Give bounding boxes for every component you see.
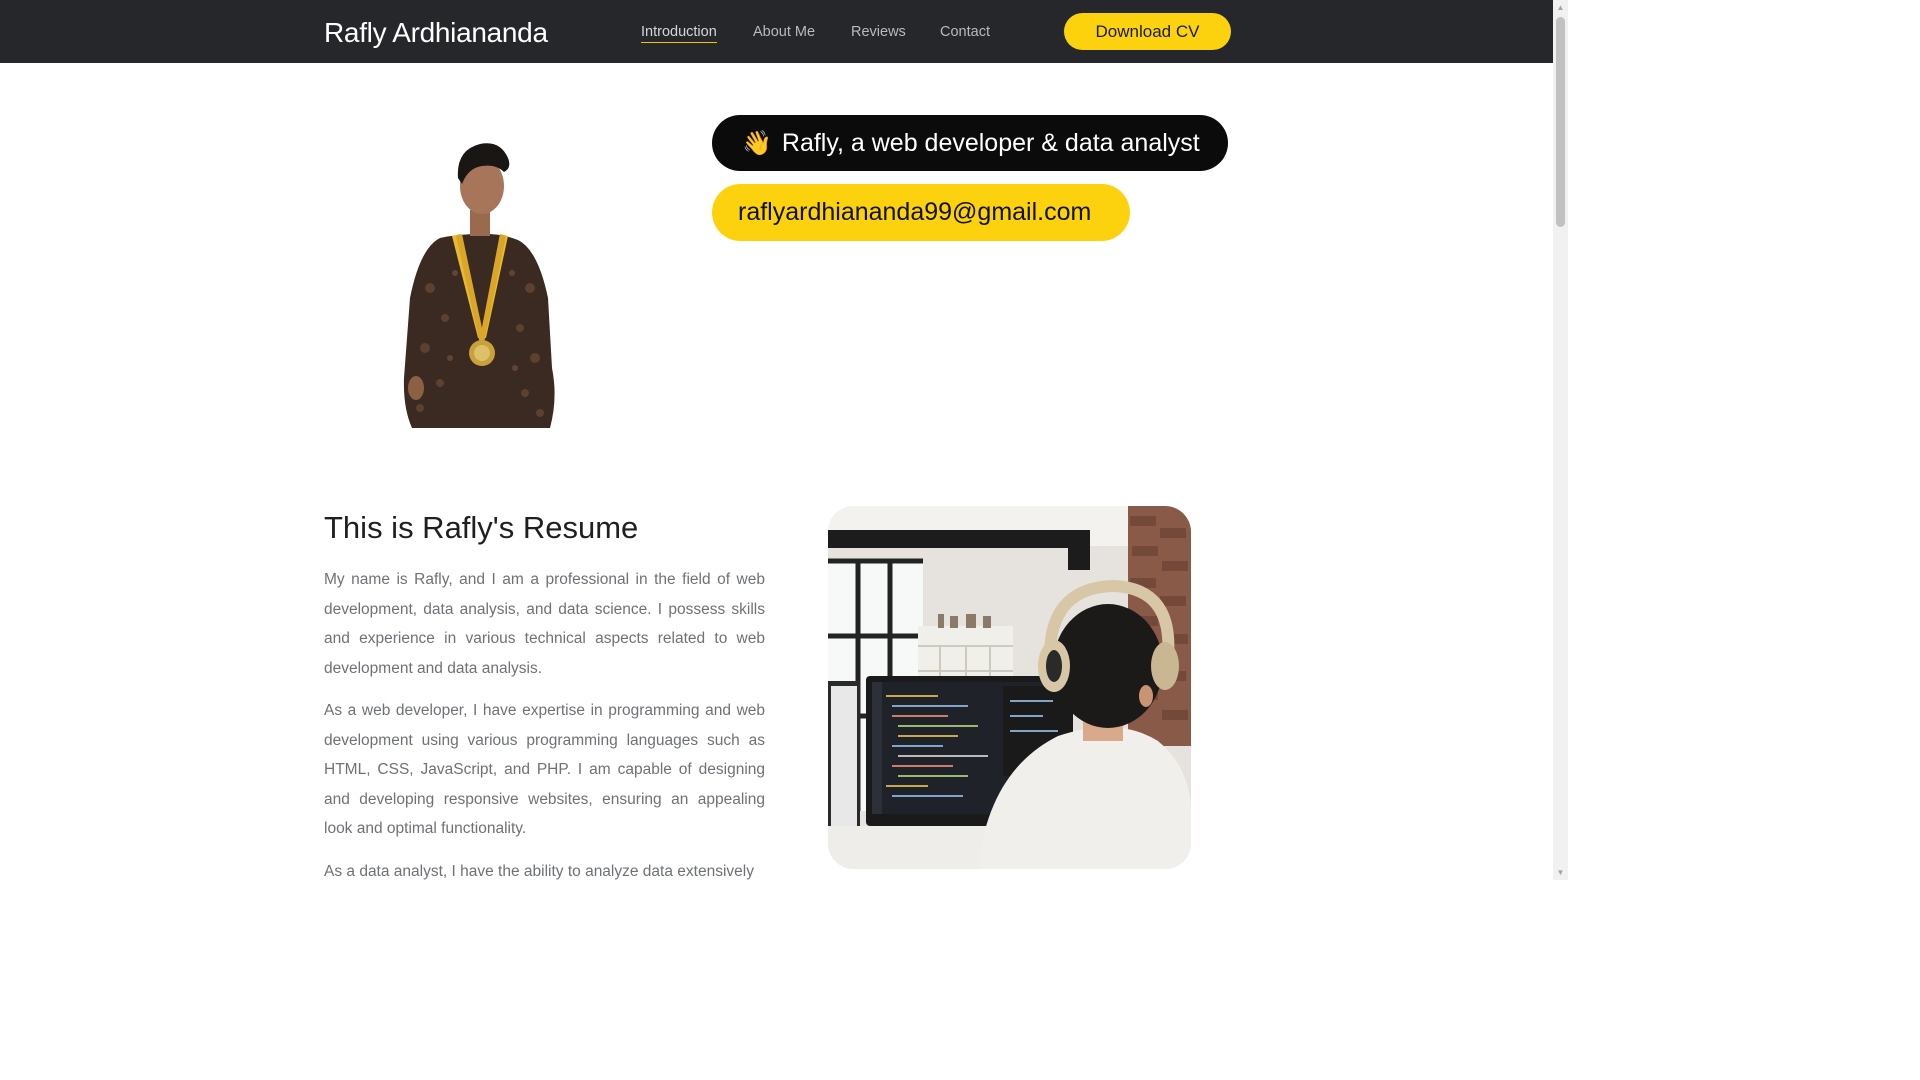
resume-body: My name is Rafly, and I am a professiona… xyxy=(324,565,765,899)
resume-paragraph-2: As a web developer, I have expertise in … xyxy=(324,702,765,837)
top-navbar: Rafly Ardhiananda Introduction About Me … xyxy=(0,0,1553,63)
resume-paragraph-1: My name is Rafly, and I am a professiona… xyxy=(324,571,765,677)
nav-link-about-me[interactable]: About Me xyxy=(753,23,815,41)
email-pill[interactable]: raflyardhiananda99@gmail.com xyxy=(712,184,1130,241)
developer-workspace-photo xyxy=(828,506,1191,869)
download-cv-button[interactable]: Download CV xyxy=(1064,13,1231,50)
scroll-down-arrow-icon[interactable]: ▼ xyxy=(1553,865,1568,880)
nav-link-contact[interactable]: Contact xyxy=(940,23,990,41)
scrollbar-thumb[interactable] xyxy=(1556,17,1565,227)
resume-section-title: This is Rafly's Resume xyxy=(324,510,639,545)
email-text: raflyardhiananda99@gmail.com xyxy=(738,198,1092,226)
tagline-pill: 👋 Rafly, a web developer & data analyst xyxy=(712,115,1228,171)
tagline-text: Rafly, a web developer & data analyst xyxy=(781,129,1200,157)
resume-paragraph-3: As a data analyst, I have the ability to… xyxy=(324,862,754,880)
nav-link-reviews[interactable]: Reviews xyxy=(851,23,906,41)
waving-hand-icon: 👋 xyxy=(742,130,772,157)
profile-portrait-image xyxy=(400,138,560,428)
scroll-up-arrow-icon[interactable]: ▲ xyxy=(1553,0,1568,15)
page-scrollbar[interactable]: ▲ ▼ xyxy=(1553,0,1568,880)
brand-logo-text[interactable]: Rafly Ardhiananda xyxy=(324,15,548,51)
nav-link-introduction[interactable]: Introduction xyxy=(641,23,717,43)
